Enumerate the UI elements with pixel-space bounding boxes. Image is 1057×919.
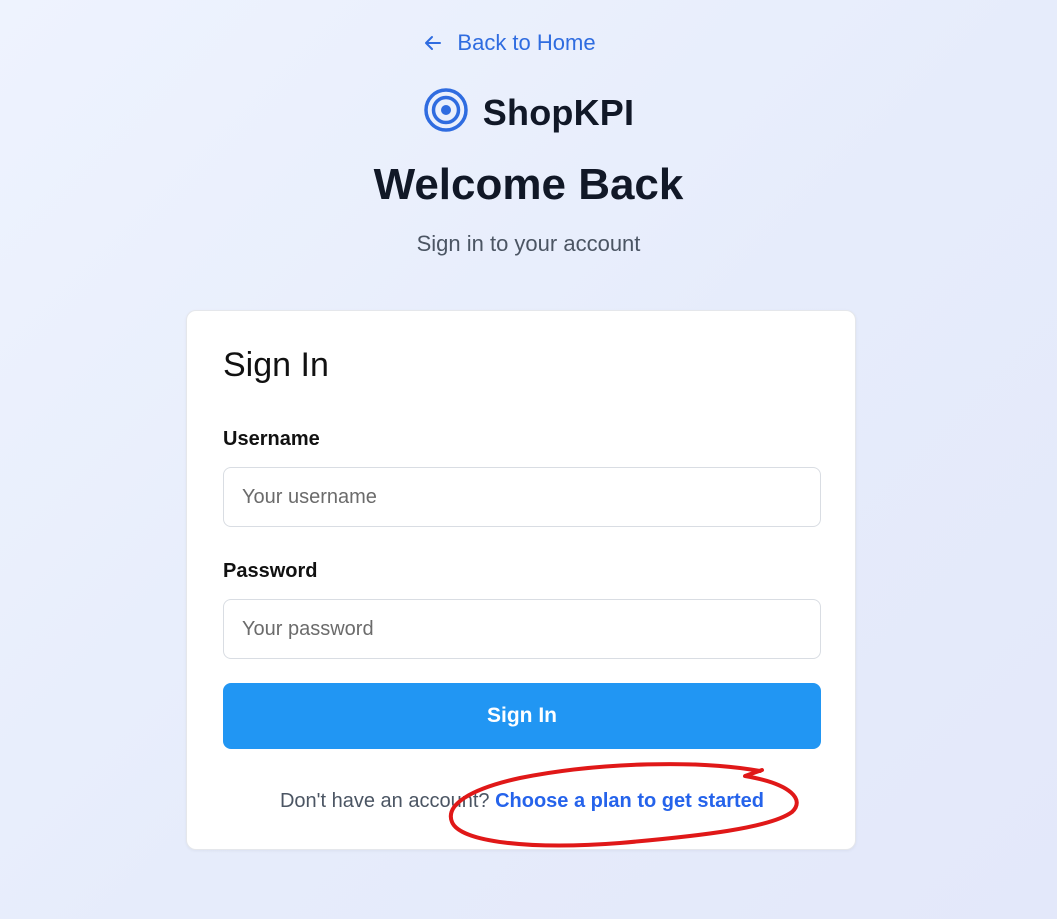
password-label: Password [223, 560, 318, 582]
choose-plan-link[interactable]: Choose a plan to get started [495, 790, 764, 812]
sign-in-card: Sign In Username Password Sign In Don't … [186, 310, 856, 850]
signup-prompt-text: Don't have an account? [279, 790, 490, 812]
signup-prompt-line: Don't have an account? Choose a plan to … [187, 790, 857, 813]
username-label: Username [223, 428, 320, 450]
page-subtitle: Sign in to your account [416, 231, 641, 256]
card-title: Sign In [223, 346, 329, 384]
back-to-home-link[interactable]: Back to Home [0, 30, 1057, 56]
back-to-home-label: Back to Home [457, 30, 596, 55]
password-input[interactable] [223, 599, 821, 659]
sign-in-button[interactable]: Sign In [223, 683, 821, 749]
username-input[interactable] [223, 467, 821, 527]
target-icon [423, 87, 469, 138]
brand: ShopKPI [0, 87, 1057, 138]
brand-name: ShopKPI [482, 91, 635, 133]
arrow-left-icon [423, 33, 443, 53]
page-title: Welcome Back [373, 160, 684, 209]
